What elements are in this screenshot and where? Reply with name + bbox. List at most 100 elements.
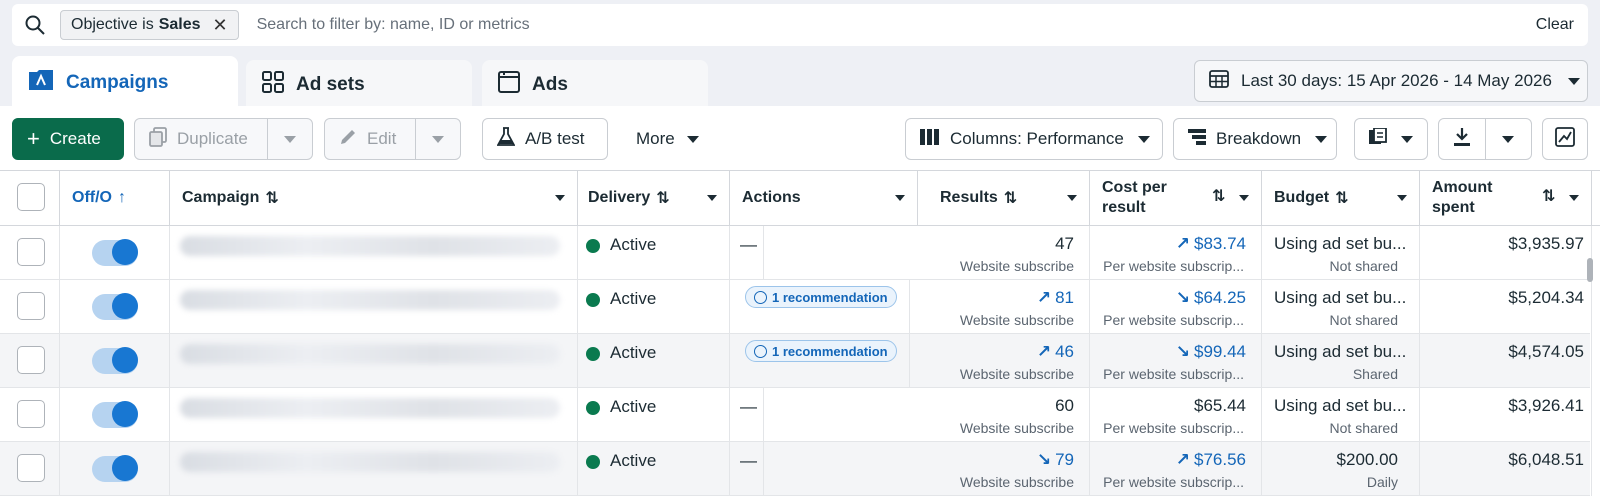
chart-button[interactable]	[1542, 118, 1588, 160]
edit-dropdown-button[interactable]	[415, 118, 461, 160]
cost-type: Per website subscrip...	[1103, 258, 1244, 274]
search-icon[interactable]	[24, 14, 46, 36]
date-range-button[interactable]: Last 30 days: 15 Apr 2026 - 14 May 2026	[1194, 60, 1588, 102]
recommendation-badge[interactable]: 1 recommendation	[745, 286, 897, 308]
reports-icon	[1369, 126, 1389, 151]
tab-label: Campaigns	[66, 72, 169, 93]
header-cost-label: Cost per result	[1102, 178, 1167, 218]
header-delivery-label: Delivery	[588, 189, 651, 206]
date-range-label: Last 30 days: 15 Apr 2026 - 14 May 2026	[1241, 71, 1552, 90]
actions-empty: —	[740, 235, 757, 254]
close-icon[interactable]: ✕	[213, 15, 228, 36]
header-offon[interactable]: Off/O ↑	[60, 171, 170, 225]
plus-icon: +	[27, 126, 40, 151]
chevron-down-icon[interactable]	[1239, 195, 1249, 201]
campaign-name-redacted[interactable]	[180, 344, 560, 364]
chevron-down-icon[interactable]	[555, 195, 565, 201]
cost-type: Per website subscrip...	[1103, 366, 1244, 382]
filter-chip[interactable]: Objective is Sales ✕	[60, 10, 239, 40]
export-button[interactable]	[1438, 118, 1532, 160]
reports-button[interactable]	[1354, 118, 1428, 160]
campaign-toggle[interactable]	[92, 401, 138, 428]
download-icon	[1453, 127, 1471, 152]
campaign-toggle[interactable]	[92, 347, 138, 374]
search-input[interactable]	[256, 16, 1536, 34]
grid-icon	[262, 71, 284, 99]
status-dot	[586, 293, 600, 307]
duplicate-label: Duplicate	[177, 129, 248, 148]
search-bar: Objective is Sales ✕ Clear	[12, 4, 1588, 46]
cost-number: $99.44	[1194, 342, 1246, 361]
header-results[interactable]: Results ⇅	[918, 171, 1090, 225]
budget-value: Using ad set bu...	[1274, 234, 1407, 253]
recommendation-label: 1 recommendation	[772, 289, 888, 305]
chevron-down-icon[interactable]	[895, 195, 905, 201]
columns-button[interactable]: Columns: Performance	[905, 118, 1163, 160]
campaign-toggle[interactable]	[92, 455, 138, 482]
trend-down-icon: ↘	[1036, 450, 1052, 469]
campaign-name-redacted[interactable]	[180, 290, 560, 310]
clear-button[interactable]: Clear	[1536, 16, 1574, 34]
edit-button[interactable]: Edit	[324, 118, 416, 160]
header-budget[interactable]: Budget ⇅	[1262, 171, 1420, 225]
chevron-down-icon	[284, 135, 296, 143]
header-offon-label: Off/O	[72, 189, 112, 206]
recommendation-badge[interactable]: 1 recommendation	[745, 340, 897, 362]
chevron-down-icon[interactable]	[1569, 195, 1579, 201]
create-button[interactable]: + Create	[12, 118, 124, 160]
campaign-toggle[interactable]	[92, 293, 138, 320]
results-value: ↘ 79	[1037, 450, 1074, 470]
table-header: Off/O ↑ Campaign ⇅ Delivery ⇅ Actions Re…	[0, 170, 1600, 226]
calendar-icon	[1209, 69, 1229, 94]
delivery-status: Active	[610, 235, 657, 254]
more-button[interactable]: More	[622, 118, 718, 160]
breakdown-label: Breakdown	[1216, 129, 1302, 148]
campaign-name-redacted[interactable]	[180, 236, 560, 256]
table-row[interactable]: Active 1 recommendation ↗ 81 Website subscri…	[0, 280, 1592, 334]
scrollbar[interactable]	[1587, 258, 1593, 282]
header-amount-line1: Amount	[1432, 179, 1493, 196]
breakdown-icon	[1188, 128, 1206, 151]
header-actions-label: Actions	[742, 189, 801, 206]
table-row[interactable]: Active — 47 Website subscribe ↗ $83.74 Per web…	[0, 226, 1592, 280]
chevron-down-icon[interactable]	[1397, 195, 1407, 201]
results-number: 46	[1055, 342, 1074, 361]
amount-spent-value: $6,048.51	[1508, 450, 1584, 469]
chevron-down-icon[interactable]	[1067, 195, 1077, 201]
table-row[interactable]: Active 1 recommendation ↗ 46 Website subscri…	[0, 334, 1592, 388]
header-actions[interactable]: Actions	[730, 171, 918, 225]
results-type: Website subscribe	[959, 474, 1074, 490]
header-delivery[interactable]: Delivery ⇅	[578, 171, 730, 225]
cost-type: Per website subscrip...	[1103, 420, 1244, 436]
trend-up-icon: ↗	[1036, 288, 1052, 307]
tab-campaigns[interactable]: Campaigns	[12, 56, 238, 110]
tab-label: Ad sets	[296, 74, 365, 95]
pencil-icon	[339, 128, 357, 151]
chart-icon	[1555, 126, 1575, 152]
amount-spent-value: $3,935.97	[1508, 234, 1584, 253]
table-row[interactable]: Active — 60 Website subscribe $65.44 Per webs…	[0, 388, 1592, 442]
campaign-toggle[interactable]	[92, 239, 138, 266]
amount-spent-value: $4,574.05	[1508, 342, 1584, 361]
tab-ad-sets[interactable]: Ad sets	[246, 60, 472, 110]
select-cell	[0, 226, 60, 280]
sort-icon: ⇅	[1003, 190, 1018, 207]
ad-window-icon	[498, 71, 520, 99]
table-row[interactable]: Active — ↘ 79 Website subscribe ↗ $76.56 Per we…	[0, 442, 1592, 496]
chevron-down-icon	[1401, 135, 1413, 143]
campaign-name-redacted[interactable]	[180, 398, 560, 418]
chevron-down-icon[interactable]	[707, 195, 717, 201]
select-all-checkbox[interactable]	[17, 183, 45, 211]
header-campaign[interactable]: Campaign ⇅	[170, 171, 578, 225]
header-cost-per-result[interactable]: Cost per result ⇅	[1090, 171, 1262, 225]
results-type: Website subscribe	[959, 258, 1074, 274]
campaign-name-redacted[interactable]	[180, 452, 560, 472]
cost-number: $65.44	[1194, 396, 1246, 415]
duplicate-button[interactable]: Duplicate	[134, 118, 268, 160]
breakdown-button[interactable]: Breakdown	[1173, 118, 1337, 160]
tab-ads[interactable]: Ads	[482, 60, 708, 110]
ab-test-button[interactable]: A/B test	[482, 118, 608, 160]
header-amount-spent[interactable]: Amount spent ⇅	[1420, 171, 1592, 225]
duplicate-dropdown-button[interactable]	[267, 118, 313, 160]
delivery-status: Active	[610, 343, 657, 362]
